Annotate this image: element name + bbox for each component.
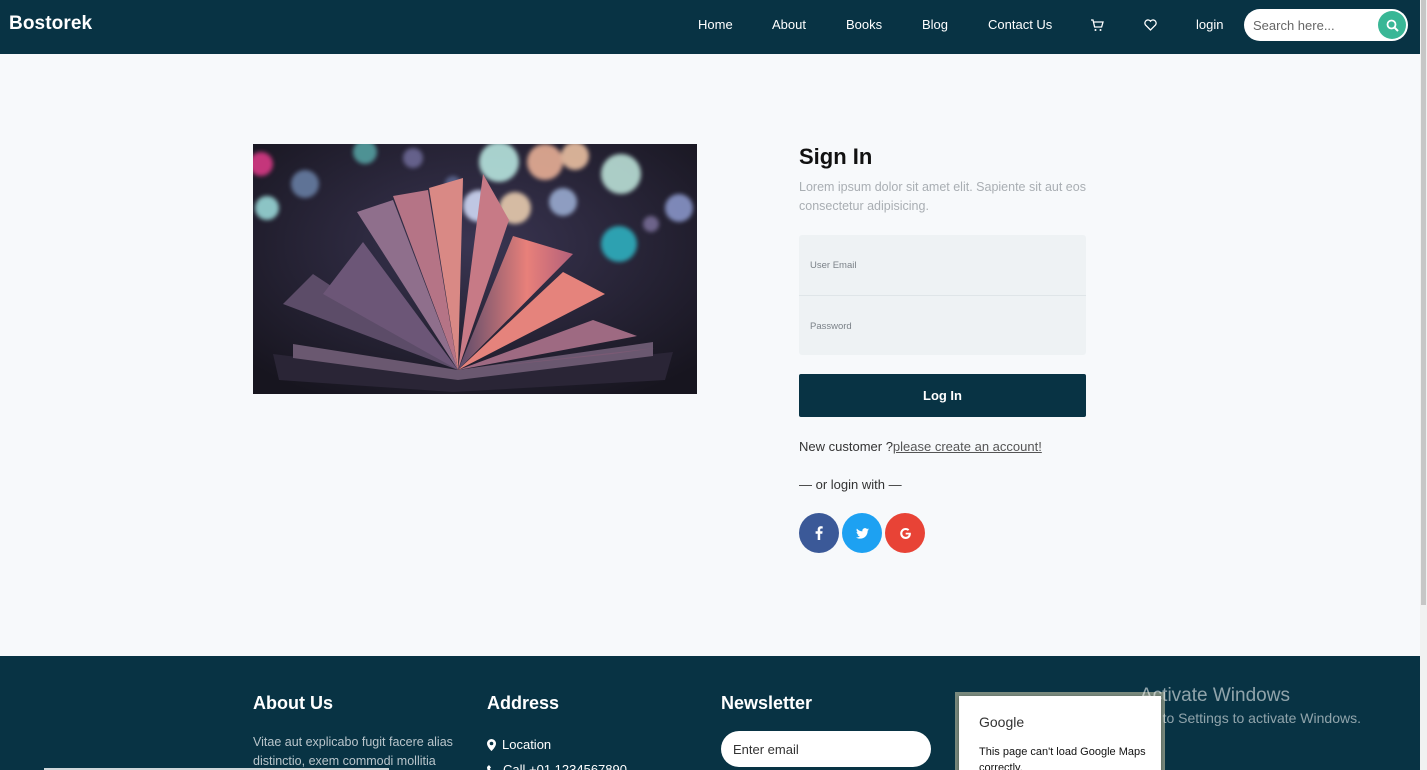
footer-location-label: Location xyxy=(502,737,552,752)
nav-home[interactable]: Home xyxy=(698,17,733,32)
windows-activation-watermark: Activate Windows Go to Settings to activ… xyxy=(1140,685,1361,726)
new-customer-label: New customer ? xyxy=(799,439,893,454)
nav-login[interactable]: login xyxy=(1196,17,1223,32)
map-google-logo: Google xyxy=(979,714,1025,730)
scrollbar-thumb[interactable] xyxy=(1421,0,1426,605)
page-scrollbar[interactable] xyxy=(1420,0,1427,770)
signin-description: Lorem ipsum dolor sit amet elit. Sapient… xyxy=(799,180,1086,213)
newsletter-email-input[interactable] xyxy=(721,731,931,767)
navbar: Bostorek Home About Books Blog Contact U… xyxy=(0,0,1420,54)
heart-icon[interactable] xyxy=(1142,17,1158,33)
activate-windows-title: Activate Windows xyxy=(1140,685,1290,706)
login-form xyxy=(799,235,1086,355)
search-icon xyxy=(1386,19,1399,32)
facebook-icon xyxy=(815,526,823,540)
signin-title: Sign In xyxy=(799,144,873,169)
map-marker-icon xyxy=(487,738,496,751)
facebook-login-button[interactable] xyxy=(799,513,839,553)
footer-phone[interactable]: Call +01 1234567890 xyxy=(487,762,627,770)
cart-icon[interactable] xyxy=(1089,17,1105,33)
google-icon xyxy=(899,527,911,539)
create-account-link[interactable]: please create an account! xyxy=(893,439,1042,454)
footer-address-title: Address xyxy=(487,693,560,713)
email-field[interactable] xyxy=(810,257,1070,273)
google-login-button[interactable] xyxy=(885,513,925,553)
twitter-icon xyxy=(855,527,869,539)
nav-blog[interactable]: Blog xyxy=(922,17,948,32)
twitter-login-button[interactable] xyxy=(842,513,882,553)
search-box xyxy=(1244,9,1408,41)
footer-newsletter-title: Newsletter xyxy=(721,693,813,713)
activate-windows-subtitle: Go to Settings to activate Windows. xyxy=(1140,710,1361,726)
nav-about[interactable]: About xyxy=(772,17,806,32)
footer-about-text: Vitae aut explicabo fugit facere alias d… xyxy=(253,735,453,768)
nav-books[interactable]: Books xyxy=(846,17,882,32)
email-field-wrapper xyxy=(799,235,1086,295)
or-login-with: — or login with — xyxy=(799,477,902,492)
footer-location[interactable]: Location xyxy=(487,737,551,752)
phone-icon xyxy=(487,764,494,770)
search-input[interactable] xyxy=(1253,16,1373,34)
login-button[interactable]: Log In xyxy=(799,374,1086,417)
footer-about-title: About Us xyxy=(253,693,333,713)
password-field-wrapper xyxy=(799,295,1086,355)
search-button[interactable] xyxy=(1378,11,1406,39)
footer-phone-label: Call +01 1234567890 xyxy=(503,762,627,770)
book-image xyxy=(253,144,697,394)
map-error-message: This page can't load Google Maps correct… xyxy=(979,746,1146,770)
nav-contact-us[interactable]: Contact Us xyxy=(988,17,1052,32)
brand-logo[interactable]: Bostorek xyxy=(9,13,92,35)
map-error-card: Google This page can't load Google Maps … xyxy=(959,696,1161,770)
map-embed[interactable]: Google This page can't load Google Maps … xyxy=(955,692,1165,770)
password-field[interactable] xyxy=(810,318,1070,334)
new-customer-text: New customer ?please create an account! xyxy=(799,439,1042,454)
